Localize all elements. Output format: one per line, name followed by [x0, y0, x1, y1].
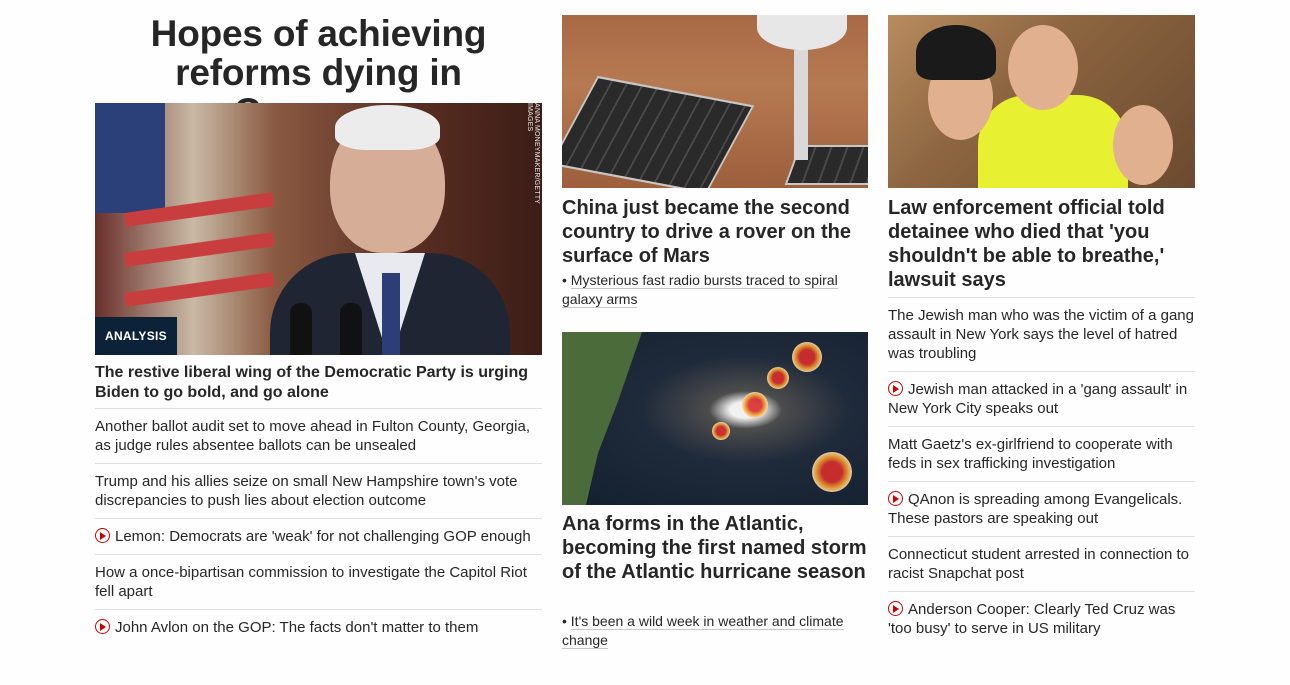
list-item-text[interactable]: QAnon is spreading among Evangelicals. T… [888, 491, 1182, 527]
beanie [916, 25, 996, 80]
detainee-related-list: The Jewish man who was the victim of a g… [888, 297, 1195, 646]
list-item[interactable]: Connecticut student arrested in connecti… [888, 536, 1195, 591]
play-circle-icon [95, 619, 110, 634]
list-item-text[interactable]: Connecticut student arrested in connecti… [888, 546, 1189, 582]
list-item-text[interactable]: Trump and his allies seize on small New … [95, 473, 517, 509]
mars-rover-image[interactable] [562, 15, 868, 188]
analysis-badge: ANALYSIS [95, 317, 177, 355]
list-item[interactable]: Trump and his allies seize on small New … [95, 463, 542, 518]
lead-related-list: Another ballot audit set to move ahead i… [95, 408, 542, 645]
lead-image[interactable]: ANNA MONEYMAKER/GETTY IMAGES ANALYSIS [95, 103, 542, 355]
list-item-text[interactable]: Jewish man attacked in a 'gang assault' … [888, 381, 1187, 417]
detainee-family-image[interactable] [888, 15, 1195, 188]
storm-satellite-image[interactable] [562, 332, 868, 505]
person-hair [335, 105, 440, 150]
photo-credit: ANNA MONEYMAKER/GETTY IMAGES [526, 103, 540, 204]
mars-story-title[interactable]: China just became the second country to … [562, 196, 868, 268]
related-link-text[interactable]: Mysterious fast radio bursts traced to s… [562, 272, 838, 308]
storm-cell [792, 342, 822, 372]
storm-cell [812, 452, 852, 492]
storm-cell [767, 367, 789, 389]
list-item-text[interactable]: Matt Gaetz's ex-girlfriend to cooperate … [888, 436, 1173, 472]
flag-stripe [124, 232, 275, 267]
rover-mast [794, 50, 808, 160]
list-item[interactable]: Jewish man attacked in a 'gang assault' … [888, 371, 1195, 426]
antenna-dish [757, 15, 847, 50]
list-item[interactable]: John Avlon on the GOP: The facts don't m… [95, 609, 542, 645]
flag-stripe [124, 272, 275, 307]
list-item-text[interactable]: Lemon: Democrats are 'weak' for not chal… [115, 528, 531, 545]
list-item[interactable]: Lemon: Democrats are 'weak' for not chal… [95, 518, 542, 554]
person-face [1113, 105, 1173, 185]
storm-related-link[interactable]: • It's been a wild week in weather and c… [562, 612, 862, 650]
list-item[interactable]: Another ballot audit set to move ahead i… [95, 408, 542, 463]
storm-cell [742, 392, 768, 418]
list-item-text[interactable]: Another ballot audit set to move ahead i… [95, 418, 530, 454]
list-item-text[interactable]: How a once-bipartisan commission to inve… [95, 564, 527, 600]
list-item[interactable]: Matt Gaetz's ex-girlfriend to cooperate … [888, 426, 1195, 481]
storm-story-title[interactable]: Ana forms in the Atlantic, becoming the … [562, 512, 868, 584]
solar-panel [562, 75, 755, 188]
storm-cell [712, 422, 730, 440]
list-item[interactable]: How a once-bipartisan commission to inve… [95, 554, 542, 609]
play-circle-icon [888, 381, 903, 396]
coastline [562, 332, 642, 505]
flag-graphic [95, 103, 165, 213]
list-item-text[interactable]: Anderson Cooper: Clearly Ted Cruz was 't… [888, 601, 1175, 637]
mars-related-link[interactable]: • Mysterious fast radio bursts traced to… [562, 271, 852, 309]
related-link-text[interactable]: It's been a wild week in weather and cli… [562, 613, 844, 649]
list-item[interactable]: Anderson Cooper: Clearly Ted Cruz was 't… [888, 591, 1195, 646]
microphone [340, 303, 362, 355]
list-item-text[interactable]: John Avlon on the GOP: The facts don't m… [115, 619, 478, 636]
play-circle-icon [888, 601, 903, 616]
person-face [1008, 25, 1078, 110]
detainee-story-title[interactable]: Law enforcement official told detainee w… [888, 196, 1195, 292]
person-tie [382, 273, 400, 355]
list-item[interactable]: QAnon is spreading among Evangelicals. T… [888, 481, 1195, 536]
play-circle-icon [888, 491, 903, 506]
list-item[interactable]: The Jewish man who was the victim of a g… [888, 297, 1195, 371]
lead-sub-headline[interactable]: The restive liberal wing of the Democrat… [95, 363, 542, 403]
yellow-shirt [978, 95, 1128, 188]
microphone [290, 303, 312, 355]
list-item-text[interactable]: The Jewish man who was the victim of a g… [888, 307, 1194, 362]
play-circle-icon [95, 528, 110, 543]
